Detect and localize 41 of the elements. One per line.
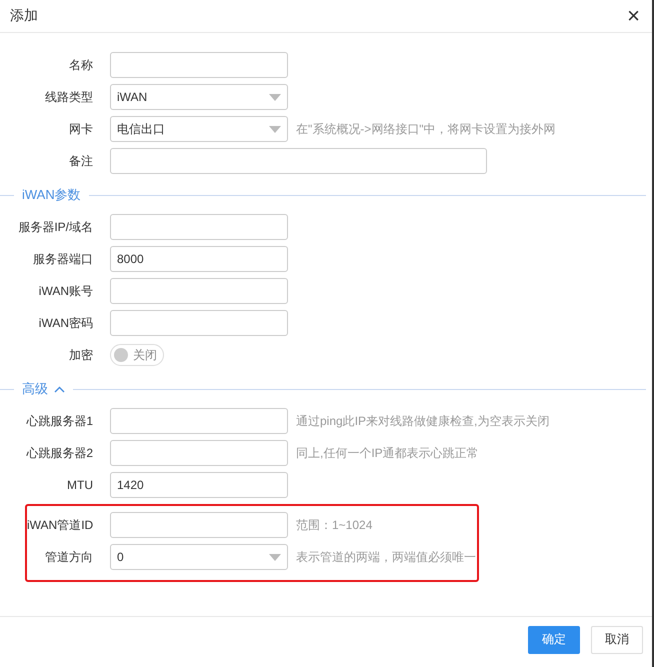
input-field[interactable] [110,148,487,174]
field-label: 心跳服务器2 [25,444,93,462]
field-label: iWAN账号 [38,282,93,300]
input-field[interactable]: 1420 [110,472,288,498]
toggle-switch[interactable]: 关闭 [110,344,164,366]
cancel-button[interactable]: 取消 [591,626,643,654]
field-label: iWAN管道ID [27,516,93,534]
input-field[interactable] [110,52,288,78]
input-field[interactable] [110,310,288,336]
caret-icon [269,126,281,132]
dropdown[interactable]: 0 [110,544,288,570]
field-label: 备注 [68,152,93,170]
hint-text: 通过ping此IP来对线路做健康检查,为空表示关闭 [296,412,550,430]
section-title: iWAN参数 [22,186,81,204]
field-label: 线路类型 [44,88,93,106]
caret-icon [269,554,281,560]
close-button[interactable]: × [627,5,640,27]
field-label: 心跳服务器1 [25,412,93,430]
field-label: 网卡 [68,120,93,138]
input-field[interactable]: 8000 [110,246,288,272]
hint-text: 范围：1~1024 [296,516,372,534]
input-field[interactable] [110,440,288,466]
input-field[interactable] [110,278,288,304]
field-label: 服务器IP/域名 [17,218,93,236]
field-label: 管道方向 [44,548,93,566]
dropdown[interactable]: 电信出口 [110,116,288,142]
field-label: iWAN密码 [38,314,93,332]
field-label: 服务器端口 [32,250,93,268]
field-label: 加密 [68,346,93,364]
hint-text: 表示管道的两端，两端值必须唯一 [296,548,476,566]
field-label: MTU [66,478,93,492]
field-label: 名称 [68,56,93,74]
chevron-icon [54,386,65,392]
caret-icon [269,94,281,100]
hint-text: 在"系统概况->网络接口"中，将网卡设置为接外网 [296,120,556,138]
dropdown[interactable]: iWAN [110,84,288,110]
dialog-title: 添加 [10,7,38,25]
hint-text: 同上,任何一个IP通都表示心跳正常 [296,444,479,462]
input-field[interactable] [110,408,288,434]
input-field[interactable] [110,512,288,538]
input-field[interactable] [110,214,288,240]
